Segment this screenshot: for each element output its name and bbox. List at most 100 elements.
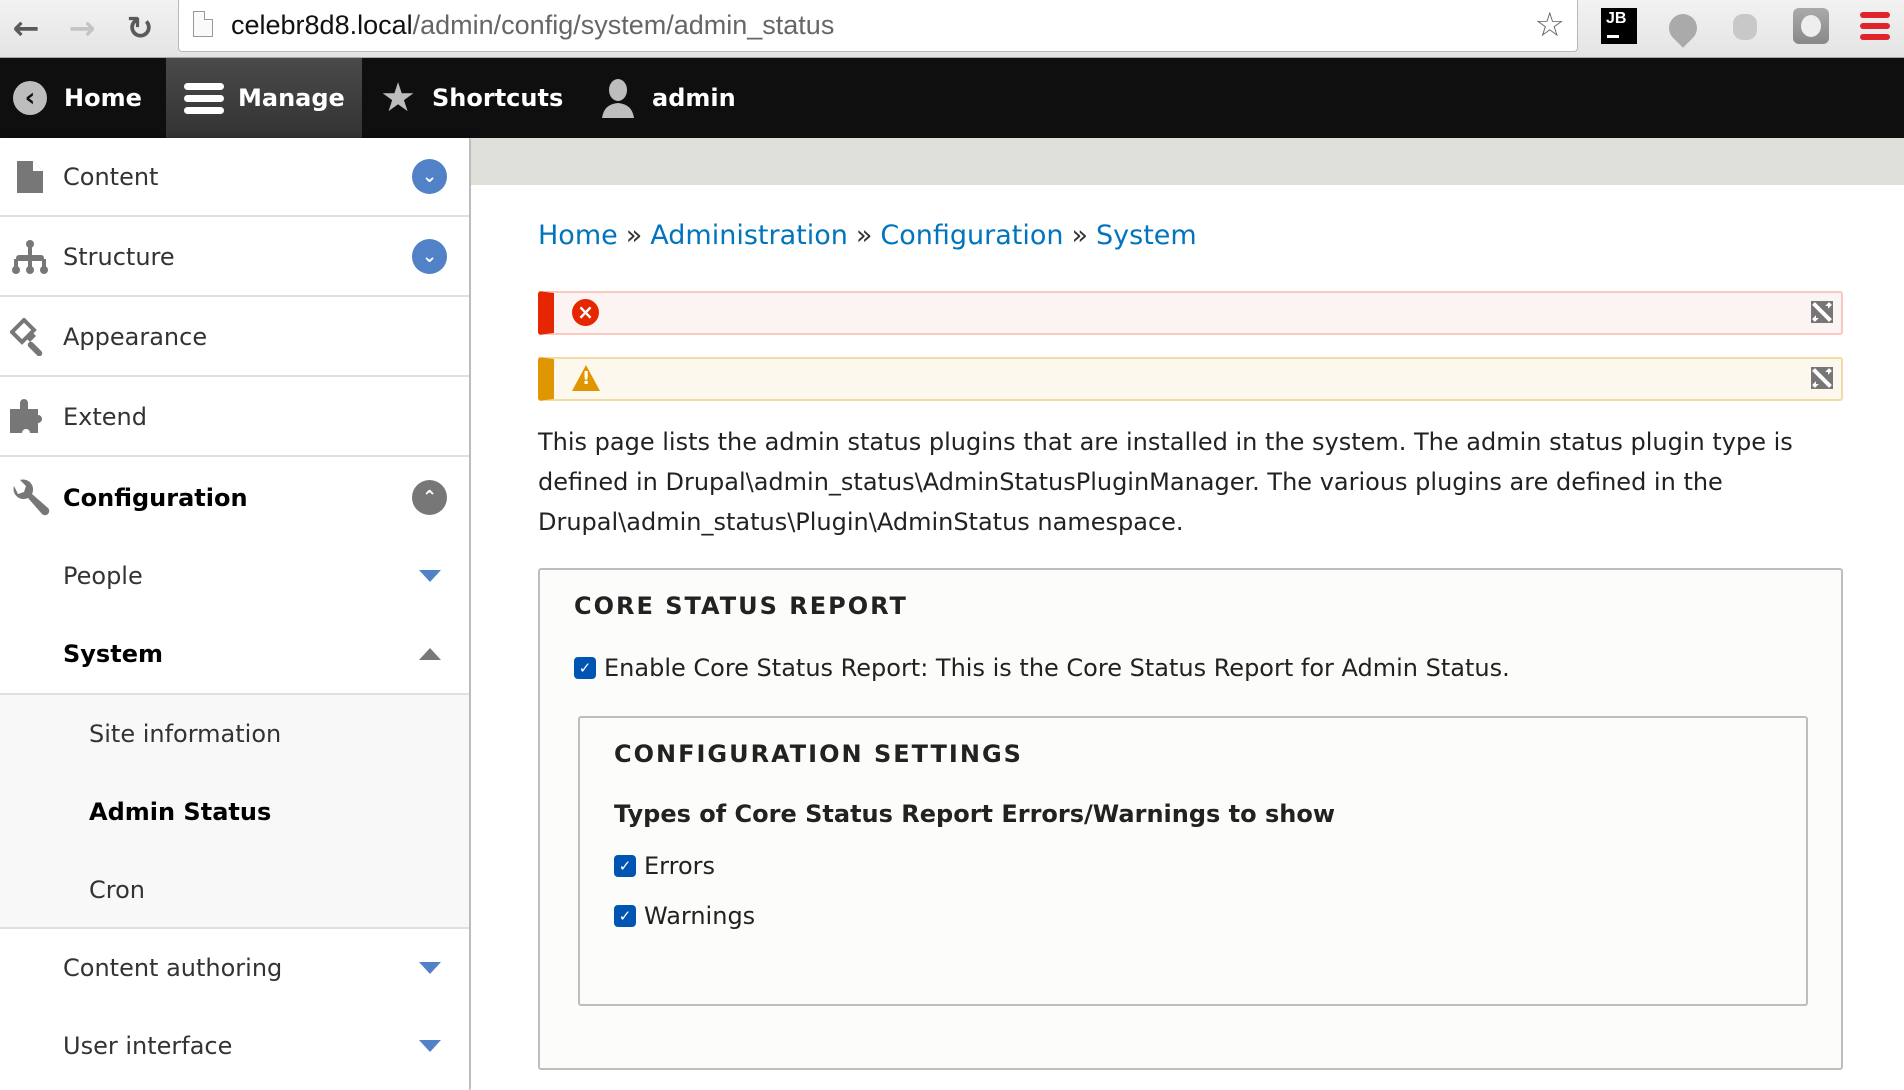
toolbar-shortcuts-label: Shortcuts: [432, 84, 564, 112]
warnings-checkbox[interactable]: ✓ Warnings: [614, 902, 755, 930]
sitemap-icon: [10, 237, 50, 277]
paintbrush-icon: [10, 317, 50, 357]
errors-checkbox[interactable]: ✓ Errors: [614, 852, 715, 880]
caret-up-icon[interactable]: [419, 648, 441, 660]
breadcrumb: Home» Administration» Configuration» System: [538, 220, 1197, 251]
toolbar-home[interactable]: ‹ Home: [10, 58, 166, 138]
sidebar-item-configuration[interactable]: Configuration ⌃: [0, 458, 469, 537]
menu-bar: [1860, 23, 1890, 29]
ghost-shape: [1801, 15, 1821, 37]
sidebar-item-structure[interactable]: Structure ⌄: [0, 218, 469, 297]
sidebar-item-cron[interactable]: Cron: [0, 851, 469, 929]
page-description: This page lists the admin status plugins…: [538, 428, 1793, 536]
toolbar-manage[interactable]: Manage: [166, 58, 362, 138]
breadcrumb-separator: »: [625, 220, 643, 251]
toolbar-manage-label: Manage: [238, 84, 345, 112]
sidebar-item-label: Site information: [89, 720, 282, 748]
ghost-extension-icon[interactable]: [1793, 8, 1829, 44]
admin-toolbar: ‹ Home Manage ★ Shortcuts admin: [0, 58, 1904, 138]
checkbox-checked-icon[interactable]: ✓: [574, 657, 596, 679]
sidebar-item-label: Structure: [63, 242, 175, 271]
chrome-menu-icon[interactable]: [1858, 8, 1894, 44]
breadcrumb-configuration[interactable]: Configuration: [880, 220, 1063, 251]
jetbrains-extension-icon[interactable]: JB: [1601, 8, 1637, 44]
sidebar-item-user-interface[interactable]: User interface: [0, 1007, 469, 1085]
page-icon: [193, 11, 213, 37]
sidebar-item-label: Content: [63, 162, 159, 191]
sidebar-item-people[interactable]: People: [0, 537, 469, 615]
drop-shape: [1663, 8, 1703, 48]
configuration-settings-fieldset: Configuration Settings Types of Core Sta…: [578, 716, 1808, 1006]
caret-down-icon[interactable]: [419, 1040, 441, 1052]
enable-core-status-label: Enable Core Status Report: This is the C…: [604, 654, 1510, 682]
toolbar-home-label: Home: [64, 84, 142, 112]
sidebar-item-extend[interactable]: Extend: [0, 378, 469, 457]
reload-button[interactable]: ↻: [122, 9, 158, 47]
breadcrumb-home[interactable]: Home: [538, 220, 618, 251]
caret-down-icon[interactable]: [419, 570, 441, 582]
core-status-legend: Core Status Report: [574, 592, 908, 620]
warnings-label: Warnings: [644, 902, 756, 930]
bug-extension-icon[interactable]: [1727, 8, 1763, 44]
address-bar[interactable]: celebr8d8.local/admin/config/system/admi…: [178, 0, 1578, 52]
toolbar-user-label: admin: [652, 84, 736, 112]
reload-icon: ↻: [126, 9, 154, 47]
sidebar-item-label: Cron: [89, 876, 145, 904]
sidebar-item-label: Extend: [63, 402, 147, 431]
main-content: Home» Administration» Configuration» System…: [471, 138, 1904, 1090]
types-field-label: Types of Core Status Report Errors/Warni…: [614, 800, 1336, 828]
error-icon: ×: [572, 299, 599, 326]
forward-button[interactable]: →: [64, 9, 100, 47]
star-icon: ★: [380, 75, 416, 121]
toolbar-shortcuts[interactable]: ★ Shortcuts: [378, 58, 578, 138]
sidebar-item-label: Admin Status: [89, 798, 272, 826]
menu-bar: [1860, 34, 1890, 40]
warning-message: [538, 357, 1843, 401]
sidebar-item-label: User interface: [63, 1032, 233, 1060]
chevron-down-icon[interactable]: ⌄: [412, 239, 447, 274]
menu-bar: [1860, 12, 1890, 18]
sidebar-item-site-information[interactable]: Site information: [0, 695, 469, 773]
drupal-extension-icon[interactable]: [1663, 8, 1703, 48]
dismiss-warning-icon[interactable]: [1811, 367, 1833, 389]
sidebar-item-admin-status[interactable]: Admin Status: [0, 773, 469, 851]
url-host: celebr8d8.local: [231, 10, 413, 40]
configuration-settings-legend: Configuration Settings: [614, 740, 1023, 768]
sidebar-item-label: People: [63, 562, 143, 590]
jb-label: JB: [1606, 10, 1627, 27]
checkbox-checked-icon[interactable]: ✓: [614, 905, 636, 927]
puzzle-icon: [10, 397, 50, 437]
sidebar-item-system[interactable]: System: [0, 615, 469, 693]
core-status-report-fieldset: Core Status Report ✓ Enable Core Status …: [538, 568, 1843, 1070]
dismiss-error-icon[interactable]: [1811, 301, 1833, 323]
breadcrumb-system[interactable]: System: [1096, 220, 1197, 251]
back-button[interactable]: ←: [8, 9, 44, 47]
url-path: /admin/config/system/admin_status: [412, 10, 835, 40]
admin-sidebar: Content ⌄ Structure ⌄ Appearance Extend …: [0, 138, 470, 1090]
hamburger-icon: [184, 78, 224, 118]
chevron-down-icon[interactable]: ⌄: [412, 159, 447, 194]
chevron-up-icon[interactable]: ⌃: [412, 480, 447, 515]
browser-chrome: ← → ↻ celebr8d8.local/admin/config/syste…: [0, 0, 1904, 58]
sidebar-item-content[interactable]: Content ⌄: [0, 138, 469, 217]
forward-arrow-icon: →: [68, 9, 96, 47]
back-circle-icon: ‹: [10, 78, 50, 118]
bug-shape: [1733, 14, 1757, 40]
user-icon: [598, 78, 638, 118]
checkbox-checked-icon[interactable]: ✓: [614, 855, 636, 877]
sidebar-item-label: Configuration: [63, 483, 248, 512]
errors-label: Errors: [644, 852, 716, 880]
bookmark-star-icon[interactable]: ☆: [1535, 8, 1565, 42]
sidebar-item-label: Content authoring: [63, 954, 283, 982]
breadcrumb-separator: »: [855, 220, 873, 251]
breadcrumb-administration[interactable]: Administration: [650, 220, 848, 251]
sidebar-item-appearance[interactable]: Appearance: [0, 298, 469, 377]
toolbar-user[interactable]: admin: [598, 58, 758, 138]
sidebar-item-label: Appearance: [63, 322, 208, 351]
caret-down-icon[interactable]: [419, 962, 441, 974]
url-text[interactable]: celebr8d8.local/admin/config/system/admi…: [231, 10, 834, 41]
file-icon: [10, 157, 50, 197]
enable-core-status-checkbox[interactable]: ✓ Enable Core Status Report: This is the…: [574, 654, 1510, 682]
sidebar-item-content-authoring[interactable]: Content authoring: [0, 929, 469, 1007]
page-header-band: [471, 138, 1904, 185]
